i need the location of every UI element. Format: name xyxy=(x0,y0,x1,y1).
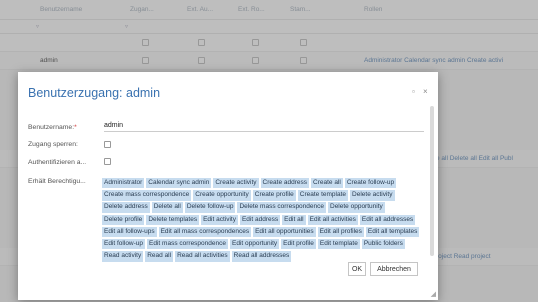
permission-tag[interactable]: Create activity xyxy=(213,178,259,189)
locked-checkbox[interactable] xyxy=(104,141,111,148)
permission-tag[interactable]: Delete follow-up xyxy=(184,202,236,213)
permission-tag[interactable]: Create opportunity xyxy=(193,190,251,201)
permission-tag[interactable]: Public folders xyxy=(361,239,405,250)
authenticate-checkbox[interactable] xyxy=(104,158,111,165)
permission-tag[interactable]: Edit all templates xyxy=(365,226,420,238)
dialog-scrollbar[interactable] xyxy=(430,106,434,256)
username-field[interactable]: admin xyxy=(104,122,424,132)
required-mark: * xyxy=(74,124,77,131)
permission-tag[interactable]: Edit mass correspondence xyxy=(147,239,228,250)
permissions-list[interactable]: Administrator Calendar sync admin Create a… xyxy=(102,178,428,262)
permission-tag[interactable]: Edit all activities xyxy=(307,214,358,226)
permission-tag[interactable]: Edit template xyxy=(317,239,360,250)
resize-handle-icon[interactable]: ◢ xyxy=(431,290,436,298)
permission-tag[interactable]: Edit all xyxy=(282,214,306,226)
permissions-label: Erhält Berechtigu... xyxy=(28,178,86,185)
permission-tag[interactable]: Create profile xyxy=(252,190,296,201)
ok-button[interactable]: OK xyxy=(348,262,366,276)
maximize-icon[interactable]: ▫ xyxy=(412,87,415,96)
permission-tag[interactable]: Read all xyxy=(145,251,174,262)
permission-tag[interactable]: Create template xyxy=(297,190,349,201)
permission-tag[interactable]: Administrator xyxy=(102,178,145,189)
permission-tag[interactable]: Edit all opportunities xyxy=(253,226,316,238)
cancel-button[interactable]: Abbrechen xyxy=(370,262,418,276)
permission-tag[interactable]: Edit address xyxy=(239,214,281,226)
permission-tag[interactable]: Delete profile xyxy=(102,214,145,226)
permission-tag[interactable]: Delete mass correspondence xyxy=(237,202,326,213)
authenticate-label: Authentifizieren a... xyxy=(28,159,87,166)
permission-tag[interactable]: Edit all mass correspondences xyxy=(158,226,252,238)
permission-tag[interactable]: Edit follow-up xyxy=(102,239,146,250)
permission-tag[interactable]: Calendar sync admin xyxy=(146,178,212,189)
permission-tag[interactable]: Delete all xyxy=(151,202,183,213)
permission-tag[interactable]: Read activity xyxy=(102,251,144,262)
permission-tag[interactable]: Delete address xyxy=(102,202,150,213)
permission-tag[interactable]: Edit all addresses xyxy=(359,214,416,226)
close-icon[interactable]: × xyxy=(423,87,428,96)
locked-label: Zugang sperren: xyxy=(28,141,78,148)
permission-tag[interactable]: Delete templates xyxy=(146,214,200,226)
permission-tag[interactable]: Edit opportunity xyxy=(230,239,280,250)
permission-tag[interactable]: Read all activities xyxy=(175,251,230,262)
permission-tag[interactable]: Edit profile xyxy=(281,239,316,250)
permission-tag[interactable]: Edit all profiles xyxy=(317,226,364,238)
permission-tag[interactable]: Delete opportunity xyxy=(328,202,385,213)
permission-tag[interactable]: Read all addresses xyxy=(231,251,292,262)
permission-tag[interactable]: Edit activity xyxy=(201,214,238,226)
dialog-title: Benutzerzugang: admin xyxy=(28,86,161,100)
permission-tag[interactable]: Create address xyxy=(260,178,309,189)
permission-tag[interactable]: Edit all follow-ups xyxy=(102,226,157,238)
permission-tag[interactable]: Create follow-up xyxy=(344,178,397,189)
permission-tag[interactable]: Create mass correspondence xyxy=(102,190,192,201)
username-label: Benutzername:* xyxy=(28,124,77,131)
permission-tag[interactable]: Create all xyxy=(311,178,343,189)
user-access-dialog: Benutzerzugang: admin ▫ × Benutzername:*… xyxy=(18,72,438,300)
permission-tag[interactable]: Delete activity xyxy=(350,190,395,201)
